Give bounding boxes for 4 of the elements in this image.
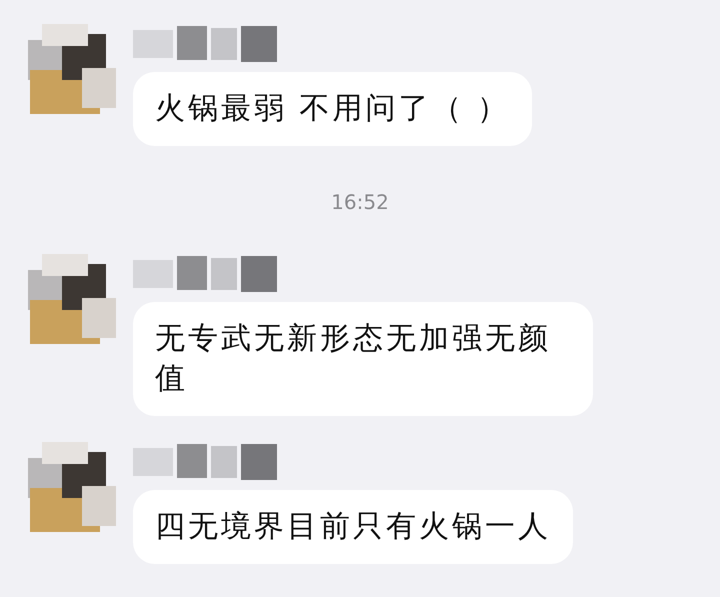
message-bubble: 火锅最弱 不用问了（ ） bbox=[133, 72, 532, 146]
timestamp: 16:52 bbox=[331, 190, 389, 214]
message-bubble: 四无境界目前只有火锅一人 bbox=[133, 490, 573, 564]
message-bubble: 无专武无新形态无加强无颜值 bbox=[133, 302, 593, 416]
